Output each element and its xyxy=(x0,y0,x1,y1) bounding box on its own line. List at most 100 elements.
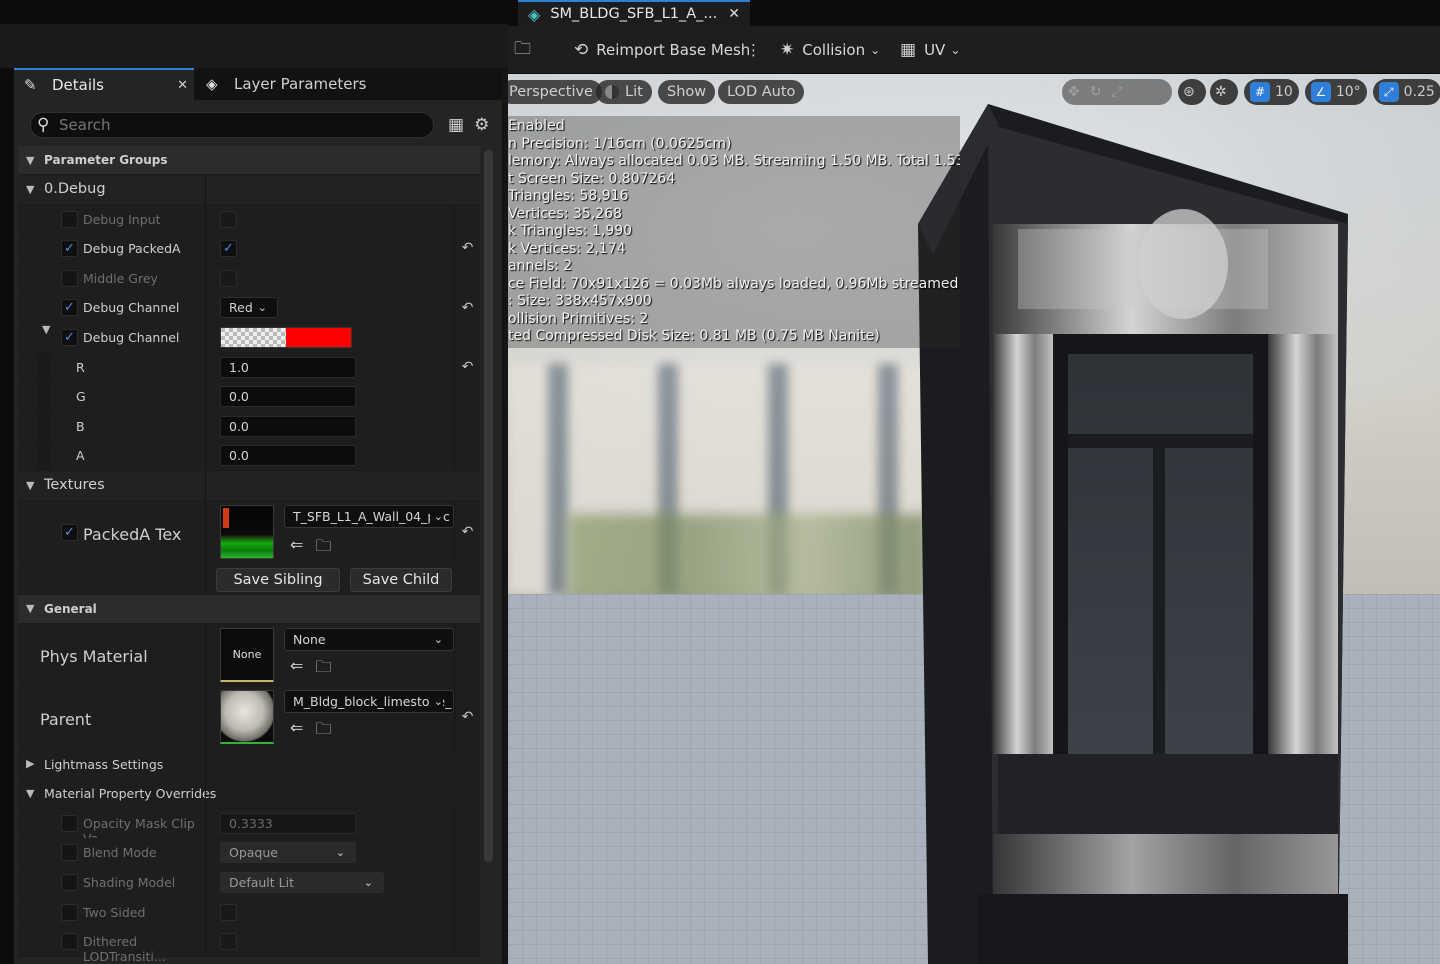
search-input[interactable] xyxy=(59,116,419,134)
collision-menu[interactable]: ✷ Collision ⌄ xyxy=(780,26,880,74)
override-checkbox[interactable] xyxy=(61,269,78,287)
property-list: ▼ Parameter Groups ▼ 0.Debug Debug Input xyxy=(18,146,480,964)
color-swatch[interactable] xyxy=(220,326,352,348)
reset-column xyxy=(454,623,480,685)
lod-button[interactable]: LOD Auto xyxy=(718,80,805,104)
use-selected-icon[interactable]: ⇐ xyxy=(290,718,303,745)
reset-arrow-icon[interactable]: ↶ xyxy=(454,500,480,564)
uv-menu[interactable]: ▦ UV ⌄ xyxy=(900,26,960,74)
reset-arrow-icon[interactable]: ↶ xyxy=(454,685,480,749)
override-checkbox[interactable]: ✓ xyxy=(61,328,78,346)
grid-snap-toggle[interactable]: # 10 xyxy=(1244,79,1299,105)
override-checkbox[interactable] xyxy=(61,210,78,228)
channel-b-input[interactable]: 0.0 xyxy=(220,415,356,437)
value-checkbox[interactable] xyxy=(220,210,237,228)
phys-material-thumbnail[interactable]: None xyxy=(220,627,274,682)
name-column: B xyxy=(18,411,204,441)
value-column xyxy=(205,749,454,779)
show-button[interactable]: Show xyxy=(658,80,716,104)
shading-model-dropdown[interactable]: Default Lit ⌄ xyxy=(220,871,384,893)
prop-label: Debug Channel xyxy=(83,329,180,345)
blend-mode-dropdown[interactable]: Opaque ⌄ xyxy=(220,842,356,864)
viewport[interactable]: Perspective Lit Show LOD Auto ✥↻⤢ ⊛ ✲ # xyxy=(508,74,1440,964)
override-checkbox[interactable]: ✓ xyxy=(61,299,78,317)
category-overrides[interactable]: ▼ Material Property Overrides xyxy=(18,779,480,809)
stats-line: k Triangles: 1,990 xyxy=(508,223,633,239)
grid-snap-value: 10 xyxy=(1275,84,1293,100)
save-sibling-button[interactable]: Save Sibling xyxy=(216,567,340,592)
group-debug[interactable]: ▼ 0.Debug xyxy=(18,175,480,205)
save-child-button[interactable]: Save Child xyxy=(350,567,452,592)
close-icon[interactable]: ✕ xyxy=(177,78,188,93)
more-options-icon[interactable]: ⋮ xyxy=(746,26,761,74)
use-selected-icon[interactable]: ⇐ xyxy=(290,656,303,683)
override-checkbox[interactable] xyxy=(61,903,78,921)
texture-asset-dropdown[interactable]: T_SFB_L1_A_Wall_04_pac ⌄ xyxy=(284,504,454,528)
prop-channel-g: G 0.0 xyxy=(18,382,480,412)
tab-static-mesh[interactable]: ◈ SM_BLDG_SFB_L1_A_... ✕ xyxy=(518,0,750,26)
scale-snap-toggle[interactable]: ⤢ 0.25 xyxy=(1372,79,1440,105)
rotation-snap-toggle[interactable]: ∠ 10° xyxy=(1304,79,1367,105)
override-checkbox[interactable]: ✓ xyxy=(61,523,78,541)
override-checkbox[interactable] xyxy=(61,933,78,951)
channel-r-input[interactable]: 1.0 xyxy=(220,356,356,378)
texture-thumbnail[interactable] xyxy=(220,504,274,559)
value-checkbox[interactable] xyxy=(220,933,237,951)
override-checkbox[interactable] xyxy=(61,844,78,862)
reset-arrow-icon[interactable]: ↶ xyxy=(454,293,480,322)
browse-asset-icon[interactable]: 🗀 xyxy=(315,718,331,745)
browse-mesh-button[interactable]: 🗀 xyxy=(514,26,539,74)
prop-label: Blend Mode xyxy=(83,845,157,861)
tab-title: SM_BLDG_SFB_L1_A_... xyxy=(550,6,718,22)
reset-arrow-icon[interactable]: ↶ xyxy=(454,352,480,382)
prop-channel-a: A 0.0 xyxy=(18,441,480,471)
close-icon[interactable]: ✕ xyxy=(728,6,740,22)
reimport-button[interactable]: ⟲ Reimport Base Mesh xyxy=(574,26,750,74)
override-checkbox[interactable] xyxy=(61,814,78,832)
parent-material-dropdown[interactable]: M_Bldg_block_limestone_ ⌄ xyxy=(284,689,454,713)
channel-label: R xyxy=(76,359,85,375)
name-column: A xyxy=(18,441,204,470)
opacity-mask-input[interactable]: 0.3333 xyxy=(220,812,356,834)
tab-layer-parameters[interactable]: ◈ Layer Parameters xyxy=(196,68,366,100)
use-selected-icon[interactable]: ⇐ xyxy=(290,535,303,562)
table-view-icon[interactable]: ▦ xyxy=(448,115,464,135)
category-general[interactable]: ▼ General xyxy=(18,594,480,624)
tab-details[interactable]: ✎ Details ✕ xyxy=(14,68,194,100)
channel-a-input[interactable]: 0.0 xyxy=(220,445,356,467)
reset-arrow-icon[interactable]: ↶ xyxy=(454,234,480,263)
value-column xyxy=(205,204,454,234)
mesh-toolbar: 🗀 ⟲ Reimport Base Mesh ⋮ ✷ Collision ⌄ ▦… xyxy=(508,26,1440,74)
camera-speed-icon[interactable]: ✲ xyxy=(1210,79,1238,105)
override-checkbox[interactable]: ✓ xyxy=(61,240,78,258)
browse-asset-icon[interactable]: 🗀 xyxy=(315,535,331,562)
left-title-strip xyxy=(0,0,508,24)
parent-material-thumbnail[interactable] xyxy=(220,689,274,744)
transform-mode-group[interactable]: ✥↻⤢ xyxy=(1062,79,1172,105)
prop-phys-material: Phys Material None None ⌄ ⇐ 🗀 xyxy=(18,623,480,686)
category-parameter-groups[interactable]: ▼ Parameter Groups xyxy=(18,146,480,175)
category-lightmass[interactable]: ▶ Lightmass Settings xyxy=(18,749,480,780)
gear-icon[interactable]: ⚙ xyxy=(474,115,489,135)
channel-dropdown[interactable]: Red ⌄ xyxy=(220,297,278,319)
browse-asset-icon[interactable]: 🗀 xyxy=(315,656,331,683)
surface-snap-icon[interactable]: ⊛ xyxy=(1178,79,1206,105)
scrollbar[interactable] xyxy=(484,150,493,862)
perspective-button[interactable]: Perspective xyxy=(508,80,602,104)
value-checkbox[interactable] xyxy=(220,903,237,921)
name-column: Middle Grey xyxy=(18,264,204,293)
chevron-down-icon[interactable]: ▼ xyxy=(42,323,50,336)
value-column: T_SFB_L1_A_Wall_04_pac ⌄ ⇐ 🗀 xyxy=(205,500,454,564)
phys-material-dropdown[interactable]: None ⌄ xyxy=(284,627,454,651)
pencil-icon: ✎ xyxy=(24,76,37,94)
channel-g-input[interactable]: 0.0 xyxy=(220,386,356,408)
value-checkbox[interactable]: ✓ xyxy=(220,240,237,258)
transform-icons: ✥↻⤢ xyxy=(1068,84,1133,100)
override-checkbox[interactable] xyxy=(61,873,78,891)
name-column: ✓ PackedA Tex xyxy=(18,501,204,564)
value-checkbox[interactable] xyxy=(220,269,237,287)
editor-window: ✎ Details ✕ ◈ Layer Parameters ⚲ ▦ ⚙ xyxy=(0,0,1440,964)
group-textures[interactable]: ▼ Textures xyxy=(18,470,480,501)
reset-column xyxy=(454,411,480,441)
lit-button[interactable]: Lit xyxy=(596,80,652,104)
